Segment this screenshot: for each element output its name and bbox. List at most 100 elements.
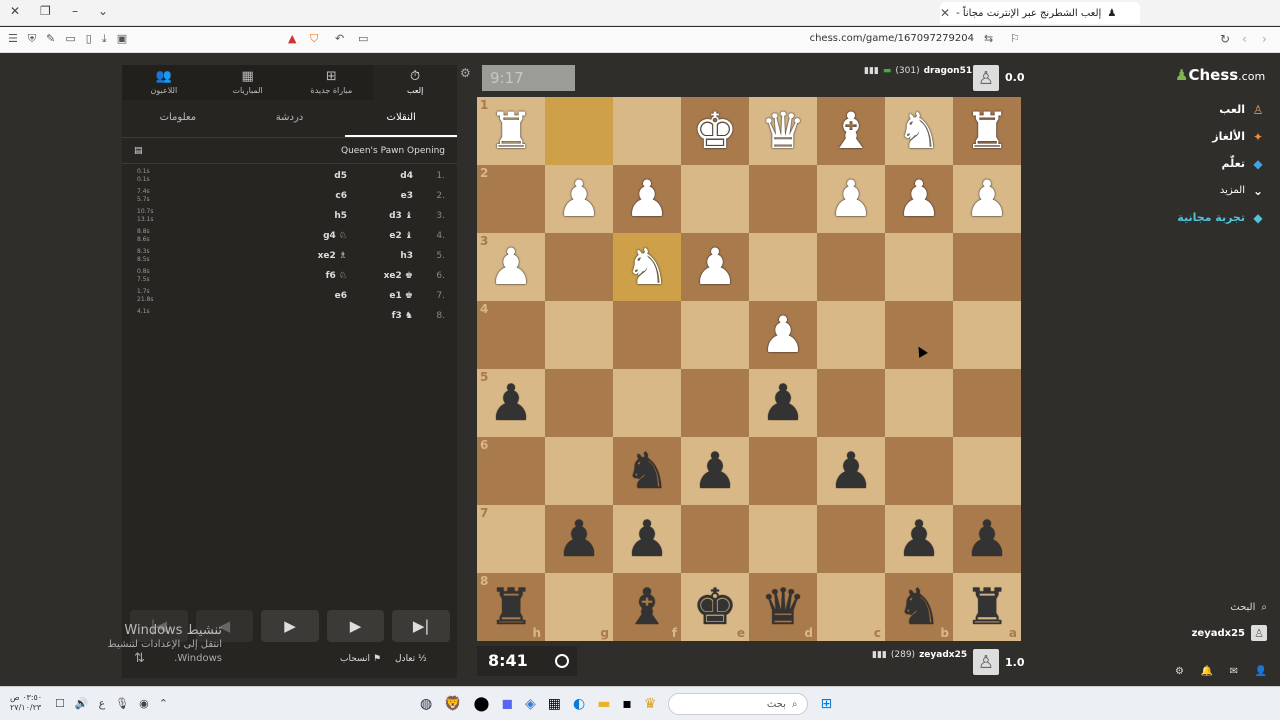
board-square[interactable]: ♟ — [749, 301, 817, 369]
board-square[interactable] — [681, 301, 749, 369]
extension-icon[interactable]: ✎ — [46, 32, 55, 46]
back-icon[interactable]: › — [1262, 32, 1267, 46]
chess-piece[interactable]: ♟ — [761, 310, 806, 360]
friends-icon[interactable]: 👤 — [1255, 666, 1267, 677]
board-square[interactable] — [681, 165, 749, 233]
chess-piece[interactable]: ♟ — [557, 174, 602, 224]
board-square[interactable] — [885, 301, 953, 369]
chess-piece[interactable]: ♟ — [897, 174, 942, 224]
tab-games[interactable]: ▦ المباريات — [206, 65, 290, 100]
chess-piece[interactable]: ♞ — [897, 106, 942, 156]
board-square[interactable]: 5 ♟ — [477, 369, 545, 437]
board-square[interactable]: c — [817, 573, 885, 641]
sidebar-search[interactable]: البحث ⌕ — [1165, 594, 1277, 620]
board-square[interactable] — [613, 369, 681, 437]
windows-start-icon[interactable]: ⊞ — [820, 696, 832, 712]
board-square[interactable] — [545, 301, 613, 369]
resign-button[interactable]: ⚑ انسحاب — [340, 654, 381, 664]
discord-icon[interactable]: ◼ — [501, 696, 513, 712]
chess-piece[interactable]: ♜ — [965, 582, 1010, 632]
chess-piece[interactable]: ♟ — [829, 446, 874, 496]
screenshot-icon[interactable]: ▣ — [117, 32, 127, 46]
board-square[interactable] — [953, 301, 1021, 369]
board-square[interactable] — [613, 301, 681, 369]
folder-icon[interactable]: ▬ — [597, 696, 610, 712]
board-square[interactable] — [681, 505, 749, 573]
board-square[interactable]: ♟ — [545, 505, 613, 573]
board-square[interactable] — [885, 437, 953, 505]
chess-piece[interactable]: ♟ — [625, 174, 670, 224]
close-tab-icon[interactable]: ✕ — [940, 6, 950, 20]
board-square[interactable]: a ♜ — [953, 573, 1021, 641]
black-move[interactable]: c6 — [335, 191, 347, 201]
close-window-icon[interactable]: ✕ — [10, 4, 20, 18]
reload-icon[interactable]: ↻ — [1220, 32, 1230, 46]
board-square[interactable]: g — [545, 573, 613, 641]
sidebar-item-puzzles[interactable]: الألغاز ✦ — [1165, 123, 1277, 150]
steam-icon[interactable]: ◍ — [420, 696, 432, 712]
board-square[interactable] — [749, 233, 817, 301]
tabs-icon[interactable]: ▭ — [65, 32, 75, 46]
bell-icon[interactable]: 🔔 — [1201, 666, 1213, 677]
board-square[interactable]: ♟ — [817, 165, 885, 233]
minimize-window-icon[interactable]: – — [72, 4, 78, 18]
network-icon[interactable]: ◉ — [139, 697, 149, 710]
tab-info[interactable]: معلومات — [122, 100, 234, 137]
chess-piece[interactable]: ♟ — [965, 514, 1010, 564]
chess-board[interactable]: 1 ♜ ♚ ♛ ♝ ♞ ♜ 2 ♟ ♟ ♟ ♟ ♟ 3 ♟ ♞ ♟ 4 ♟ 5 ♟ ♟ 6 ♞ ♟ ♟ 7 ♟ ♟ ♟ ♟ 8 h ♜ g f ♝ e ♚ d… — [477, 97, 1021, 641]
board-square[interactable] — [749, 437, 817, 505]
game-icon[interactable]: ♛ — [644, 696, 657, 712]
white-move[interactable]: xe2 ♚ — [384, 271, 413, 281]
black-move[interactable]: f6 ♘ — [326, 271, 347, 281]
mail-icon[interactable]: ✉ — [1230, 666, 1238, 677]
board-square[interactable]: ♛ — [749, 97, 817, 165]
board-square[interactable]: ♟ — [953, 165, 1021, 233]
board-square[interactable]: ♟ — [545, 165, 613, 233]
black-move[interactable]: d5 — [334, 171, 347, 181]
board-square[interactable] — [749, 505, 817, 573]
tab-players[interactable]: 👥 اللاعبون — [122, 65, 206, 100]
chess-piece[interactable]: ♚ — [693, 582, 738, 632]
top-player-avatar[interactable]: ♙ — [973, 65, 999, 91]
board-square[interactable]: ♟ — [681, 437, 749, 505]
board-square[interactable]: ♝ — [817, 97, 885, 165]
board-square[interactable]: ♞ — [613, 437, 681, 505]
edge-icon[interactable]: ◐ — [573, 696, 585, 712]
tab-play[interactable]: ⏱ إلعب — [373, 65, 457, 100]
chess-piece[interactable]: ♟ — [897, 514, 942, 564]
tab-new-game[interactable]: ⊞ مباراة جديدة — [290, 65, 374, 100]
chess-piece[interactable]: ♝ — [625, 582, 670, 632]
tab-list-icon[interactable]: ⌄ — [98, 4, 108, 18]
board-square[interactable]: 3 ♟ — [477, 233, 545, 301]
bottom-player-avatar[interactable]: ♙ — [973, 649, 999, 675]
opening-name[interactable]: Queen's Pawn Opening — [341, 146, 445, 156]
chess-piece[interactable]: ♛ — [761, 582, 806, 632]
board-square[interactable]: ♞ — [885, 97, 953, 165]
sidebar-user[interactable]: zeyadx25 ♙ — [1165, 620, 1277, 646]
board-square[interactable] — [613, 97, 681, 165]
tab-chat[interactable]: دردشة — [234, 100, 346, 137]
chess-piece[interactable]: ♜ — [489, 582, 534, 632]
chess-logo[interactable]: ♟Chess.com — [1175, 66, 1277, 84]
player-name[interactable]: zeyadx25 — [919, 650, 967, 660]
white-move[interactable]: e1 ♚ — [389, 291, 413, 301]
chess-piece[interactable]: ♞ — [897, 582, 942, 632]
rewards-icon[interactable]: ▲ — [288, 32, 296, 45]
board-square[interactable] — [817, 233, 885, 301]
menu-icon[interactable]: ☰ — [8, 32, 18, 46]
app-icon[interactable]: ⬤ — [474, 696, 490, 712]
next-move-button[interactable]: ▶ — [326, 610, 385, 642]
chess-piece[interactable]: ♟ — [625, 514, 670, 564]
board-square[interactable] — [545, 437, 613, 505]
language-icon[interactable]: ع — [99, 697, 106, 710]
black-move[interactable]: xe2 ♗ — [318, 251, 347, 261]
forward-icon[interactable]: ‹ — [1242, 32, 1247, 46]
board-square[interactable] — [953, 233, 1021, 301]
draw-button[interactable]: ½ تعادل — [395, 654, 427, 664]
chess-piece[interactable]: ♟ — [761, 378, 806, 428]
book-icon[interactable]: ▤ — [134, 146, 143, 156]
white-move[interactable]: f3 ♞ — [392, 311, 413, 321]
white-move[interactable]: e2 ♝ — [389, 231, 413, 241]
site-settings-icon[interactable]: ⇆ — [984, 32, 993, 45]
sidebar-item-learn[interactable]: تعلّم ◆ — [1165, 150, 1277, 177]
